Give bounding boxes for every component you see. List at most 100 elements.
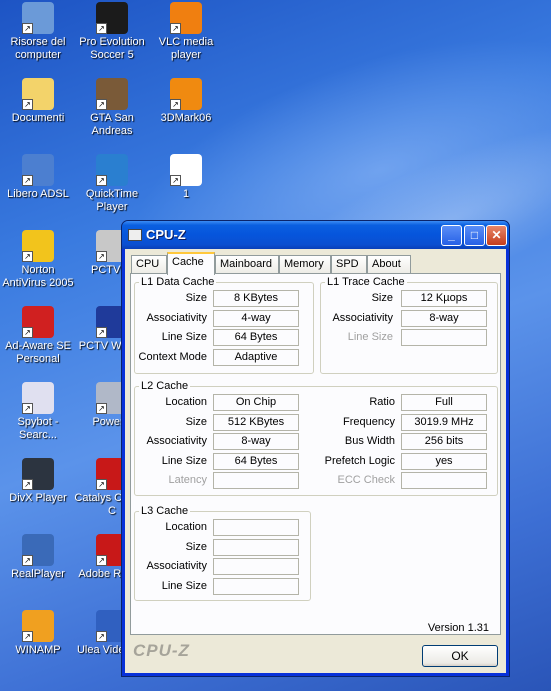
field-row: Prefetch Logic yes [317,452,487,470]
field-value: 64 Bytes [213,329,299,346]
tab-spd[interactable]: SPD [331,255,367,274]
field-label: Frequency [343,415,395,428]
field-value: 256 bits [401,433,487,450]
close-button[interactable]: ✕ [486,225,507,246]
desktop-icon-label: GTA San Andreas [90,112,134,137]
field-row: Location On Chip [135,394,299,411]
tab-mainboard[interactable]: Mainboard [215,255,279,274]
field-label: Size [185,292,207,304]
field-value [213,519,299,536]
shortcut-arrow-icon: ↗ [96,479,107,490]
shortcut-arrow-icon: ↗ [96,99,107,110]
shortcut-arrow-icon: ↗ [96,555,107,566]
group-legend: L1 Trace Cache [327,276,405,288]
field-value: 8-way [213,433,299,450]
desktop-icon[interactable]: ↗ 3DMark06 [148,78,224,125]
desktop-icon[interactable]: ↗ Pro Evolution Soccer 5 [74,2,150,62]
shortcut-arrow-icon: ↗ [96,403,107,414]
ok-button[interactable]: OK [422,645,498,667]
l3-cache-group: L3 Cache Location Size Associativity Line S… [134,505,311,601]
field-row: Size 12 Kµops [321,290,487,307]
field-value [213,558,299,575]
field-label: Latency [168,474,207,486]
shortcut-arrow-icon: ↗ [96,631,107,642]
field-value [213,577,299,595]
shortcut-arrow-icon: ↗ [22,631,33,642]
tab-cache[interactable]: Cache [167,252,215,275]
field-row: Line Size [321,329,487,346]
field-row: Associativity 4-way [135,309,299,327]
adaware-icon: ↗ [22,306,54,338]
desktop-icon[interactable]: ↗ QuickTime Player [74,154,150,214]
tab-cpu[interactable]: CPU [131,255,167,274]
version-label: Version 1.31 [427,622,489,634]
tab-memory[interactable]: Memory [279,255,331,274]
field-label: Line Size [161,579,207,592]
desktop-icon[interactable]: ↗ Risorse del computer [0,2,76,62]
tab-about[interactable]: About [367,255,411,274]
shortcut-arrow-icon: ↗ [96,251,107,262]
field-value: 4-way [213,309,299,327]
desktop-icon-label: Norton AntiVirus 2005 [2,264,74,289]
desktop-icon-label: Ad-Aware SE Personal [5,340,71,365]
desktop-icon[interactable]: ↗ VLC media player [148,2,224,62]
field-label: Associativity [332,311,393,324]
desktop-icon[interactable]: ↗ Norton AntiVirus 2005 [0,230,76,290]
field-label: Associativity [146,311,207,324]
desktop-icon[interactable]: ↗ Ad-Aware SE Personal [0,306,76,366]
field-value: 12 Kµops [401,290,487,307]
field-value: 8-way [401,309,487,327]
field-value [401,329,487,346]
field-row: Line Size 64 Bytes [135,452,299,470]
desktop-icon[interactable]: ↗ WINAMP [0,610,76,657]
l1-trace-cache-group: L1 Trace Cache Size 12 Kµops Associativity… [320,276,498,374]
field-value: Full [401,394,487,411]
desktop-icon[interactable]: ↗ GTA San Andreas [74,78,150,138]
field-value: yes [401,452,487,470]
shortcut-arrow-icon: ↗ [22,479,33,490]
shortcut-arrow-icon: ↗ [22,555,33,566]
maximize-button[interactable]: □ [464,225,485,246]
field-label: Size [185,415,207,428]
desktop-icon-label: WINAMP [15,644,61,656]
desktop-icon-label: Risorse del computer [10,36,66,61]
cpuz-window: CPU-Z _ □ ✕ CPU Cache Mainboard Memory S… [121,220,510,677]
field-label: Associativity [146,560,207,572]
gta-icon: ↗ [96,78,128,110]
desktop-icon[interactable]: ↗ Documenti [0,78,76,125]
shortcut-arrow-icon: ↗ [96,327,107,338]
cpuz-app-icon [128,229,142,241]
field-label: Associativity [146,435,207,447]
field-value: Adaptive [213,348,299,366]
window-title: CPU-Z [146,227,186,242]
desktop-icon[interactable]: ↗ Spybot - Searc... [0,382,76,442]
3dmark-icon: ↗ [170,78,202,110]
field-row: Line Size [135,577,299,595]
field-value [213,472,299,489]
norton-icon: ↗ [22,230,54,262]
desktop-icon[interactable]: ↗ Libero ADSL [0,154,76,201]
winamp-icon: ↗ [22,610,54,642]
field-row: Associativity 8-way [135,433,299,450]
l1-data-cache-group: L1 Data Cache Size 8 KBytes Associativity 4… [134,276,314,374]
vlc-icon: ↗ [170,2,202,34]
network-icon: ↗ [22,154,54,186]
desktop-icon-label: DivX Player [9,492,67,504]
field-value [213,538,299,556]
my-computer-icon: ↗ [22,2,54,34]
divx-icon: ↗ [22,458,54,490]
desktop-icon-label: VLC media player [158,36,214,61]
desktop-icon[interactable]: ↗ 1 [148,154,224,201]
title-bar[interactable]: CPU-Z _ □ ✕ [122,221,509,249]
field-row: Size 8 KBytes [135,290,299,307]
field-row: ECC Check [317,472,487,489]
field-label: Line Size [347,331,393,343]
desktop-icon[interactable]: ↗ DivX Player [0,458,76,505]
minimize-button[interactable]: _ [441,225,462,246]
shortcut-arrow-icon: ↗ [22,403,33,414]
l2-cache-group: L2 Cache Location On Chip Size 512 KBytes As… [134,380,498,496]
desktop-icon[interactable]: ↗ RealPlayer [0,534,76,581]
field-row: Latency [135,472,299,489]
field-row: Location [135,519,299,536]
field-row: Size [135,538,299,556]
